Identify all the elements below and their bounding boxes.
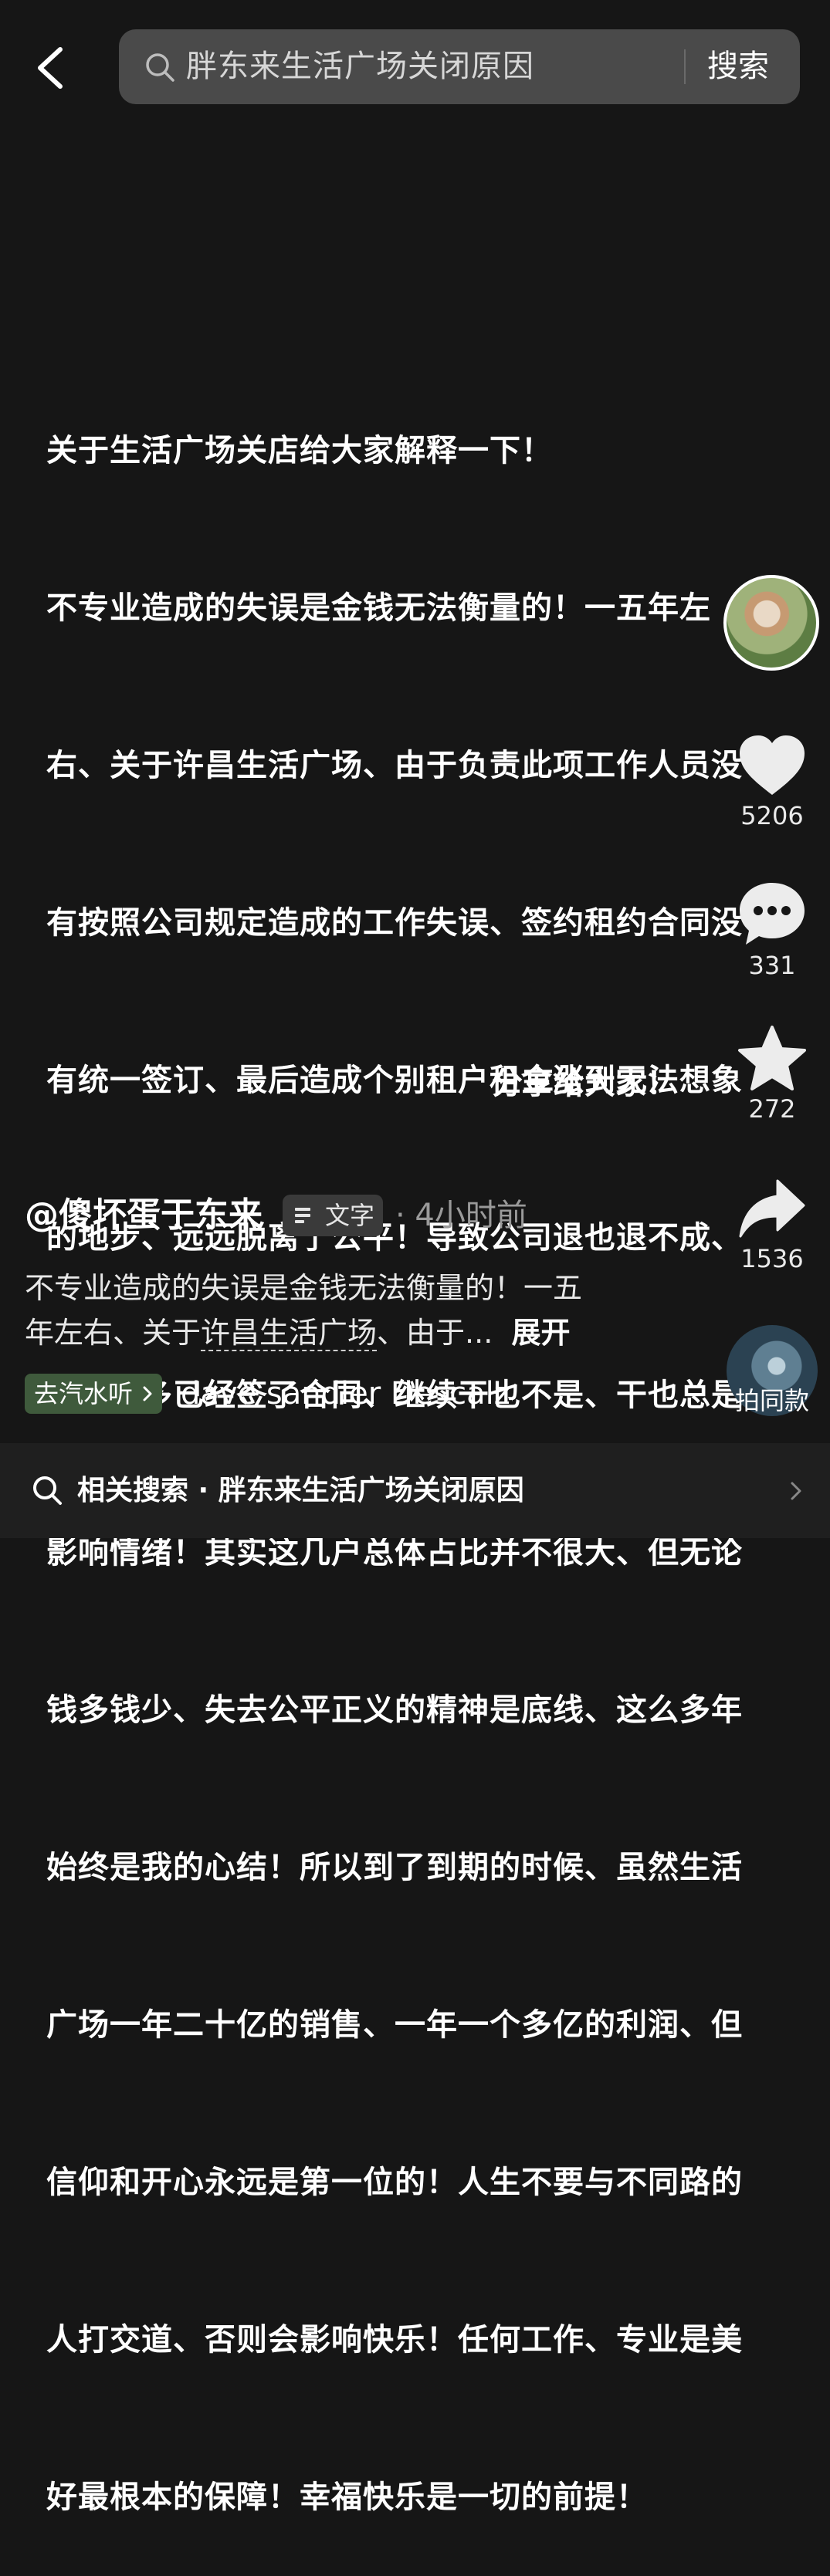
author-avatar[interactable] [723,575,819,671]
like-count: 5206 [740,801,804,830]
open-in-qishui-button[interactable]: 去汽水听 [25,1374,162,1414]
post-signature: 分享给大家！ [492,1066,677,1101]
post-type-label: 文字 [325,1201,375,1230]
post-line: 信仰和开心永远是第一位的！人生不要与不同路的 [46,2165,743,2200]
post-line: 始终是我的心结！所以到了到期的时候、虽然生活 [46,1850,743,1885]
post-line: 关于生活广场关店给大家解释一下！ [46,433,553,468]
description-line: 不专业造成的失误是金钱无法衡量的！一五 [25,1271,583,1305]
chevron-right-icon [791,1482,801,1500]
favorite-count: 272 [748,1094,796,1124]
description-line: 年左右、关于许昌生活广场、由于... 展开 [25,1316,571,1351]
post-time: · 4小时前 [395,1198,527,1233]
search-bar[interactable]: 胖东来生活广场关闭原因 搜索 [119,29,800,104]
search-divider [684,49,686,84]
music-track[interactable]: dave sandler Descalza [181,1372,513,1415]
search-input[interactable]: 胖东来生活广场关闭原因 [186,29,534,104]
author-handle[interactable]: @傻坏蛋于东来 [25,1192,263,1239]
post-description[interactable]: 不专业造成的失误是金钱无法衡量的！一五 年左右、关于许昌生活广场、由于... 展… [25,1266,642,1355]
post-line: 人打交道、否则会影响快乐！任何工作、专业是美 [46,2322,743,2358]
chevron-right-icon [143,1386,152,1401]
post-line: 不专业造成的失误是金钱无法衡量的！一五年左 [46,590,711,626]
favorite-button[interactable]: 272 [726,1025,818,1124]
comment-icon [740,883,805,945]
related-search-label: 相关搜索 · 胖东来生活广场关闭原因 [77,1475,524,1506]
post-line: 广场一年二十亿的销售、一年一个多亿的利润、但 [46,2007,743,2043]
same-style-label: 拍同款 [734,1386,809,1415]
related-search-bar[interactable]: 相关搜索 · 胖东来生活广场关闭原因 [0,1443,830,1538]
post-line: 钱多钱少、失去公平正义的精神是底线、这么多年 [46,1692,743,1728]
back-arrow-icon[interactable] [31,45,69,91]
search-button[interactable]: 搜索 [707,29,769,104]
share-button[interactable]: 1536 [726,1178,818,1273]
heart-icon [740,735,805,795]
star-icon [738,1026,806,1090]
post-type-chip: 文字 [283,1195,383,1236]
search-icon [146,53,174,82]
music-chip-label: 去汽水听 [34,1379,134,1408]
text-lines-icon [295,1208,310,1223]
post-line: 好最根本的保障！幸福快乐是一切的前提！ [46,2480,648,2515]
location-link[interactable]: 许昌生活广场 [201,1316,378,1351]
share-icon [739,1179,805,1238]
post-line: 右、关于许昌生活广场、由于负责此项工作人员没 [46,748,743,783]
like-button[interactable]: 5206 [726,733,818,830]
search-icon [33,1476,62,1505]
expand-button[interactable]: 展开 [511,1316,570,1350]
comment-button[interactable]: 331 [726,880,818,980]
post-line: 有按照公司规定造成的工作失误、签约租约合同没 [46,905,743,941]
comment-count: 331 [748,951,796,980]
share-count: 1536 [740,1244,804,1273]
